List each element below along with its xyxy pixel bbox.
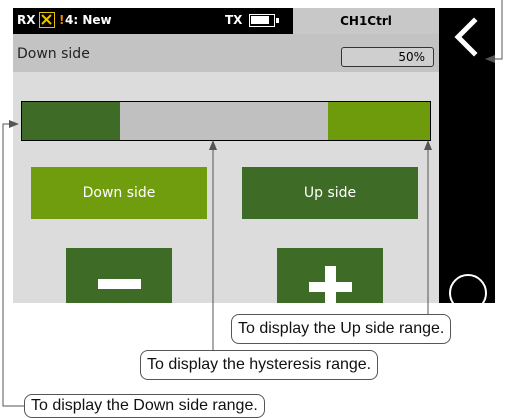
down-side-callout: To display the Down side range. [24,394,265,418]
hysteresis-callout: To display the hysteresis range. [140,350,379,380]
up-side-callout: To display the Up side range. [231,314,452,344]
